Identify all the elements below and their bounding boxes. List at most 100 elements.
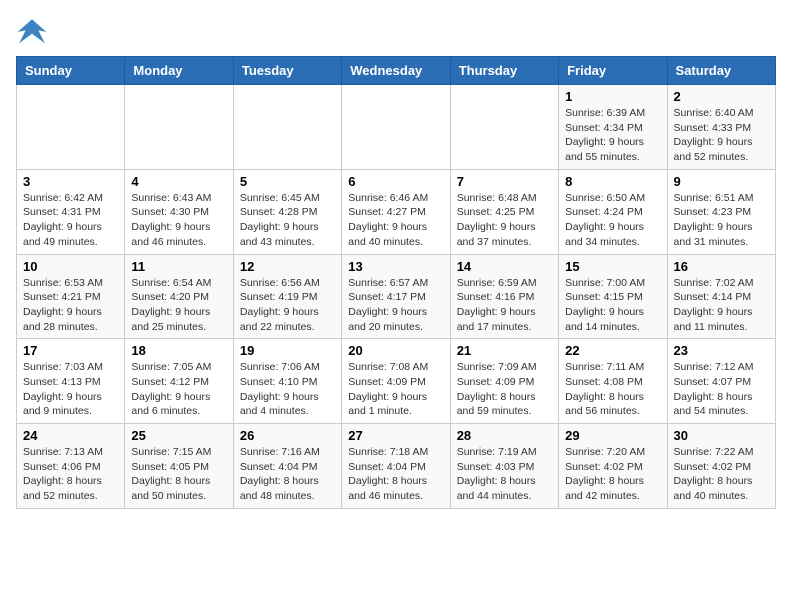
logo [16,16,52,48]
calendar-cell: 7Sunrise: 6:48 AMSunset: 4:25 PMDaylight… [450,169,558,254]
day-number: 9 [674,174,769,189]
day-number: 15 [565,259,660,274]
day-info: Sunrise: 7:03 AMSunset: 4:13 PMDaylight:… [23,360,118,419]
day-info: Sunrise: 6:57 AMSunset: 4:17 PMDaylight:… [348,276,443,335]
header-monday: Monday [125,57,233,85]
calendar-cell [233,85,341,170]
day-number: 17 [23,343,118,358]
header-tuesday: Tuesday [233,57,341,85]
day-info: Sunrise: 7:11 AMSunset: 4:08 PMDaylight:… [565,360,660,419]
day-number: 30 [674,428,769,443]
day-number: 25 [131,428,226,443]
day-info: Sunrise: 7:12 AMSunset: 4:07 PMDaylight:… [674,360,769,419]
calendar-cell: 23 Sunrise: 7:12 AMSunset: 4:07 PMDayligh… [667,339,775,424]
calendar-cell [450,85,558,170]
day-info: Sunrise: 7:20 AMSunset: 4:02 PMDaylight:… [565,445,660,504]
day-info: Sunrise: 7:00 AMSunset: 4:15 PMDaylight:… [565,276,660,335]
calendar-cell: 15 Sunrise: 7:00 AMSunset: 4:15 PMDayligh… [559,254,667,339]
calendar-cell: 25 Sunrise: 7:15 AMSunset: 4:05 PMDayligh… [125,424,233,509]
day-number: 10 [23,259,118,274]
day-number: 13 [348,259,443,274]
calendar-cell: 4 Sunrise: 6:43 AMSunset: 4:30 PMDaylight… [125,169,233,254]
calendar-cell [17,85,125,170]
calendar-cell: 8 Sunrise: 6:50 AMSunset: 4:24 PMDaylight… [559,169,667,254]
calendar-week-row: 17 Sunrise: 7:03 AMSunset: 4:13 PMDayligh… [17,339,776,424]
logo-icon [16,16,48,48]
day-info: Sunrise: 6:43 AMSunset: 4:30 PMDaylight:… [131,191,226,250]
day-info: Sunrise: 6:51 AMSunset: 4:23 PMDaylight:… [674,191,769,250]
day-number: 5 [240,174,335,189]
day-number: 29 [565,428,660,443]
calendar-cell: 19 Sunrise: 7:06 AMSunset: 4:10 PMDayligh… [233,339,341,424]
calendar-cell: 6 Sunrise: 6:46 AMSunset: 4:27 PMDaylight… [342,169,450,254]
header [16,16,776,48]
day-number: 27 [348,428,443,443]
day-info: Sunrise: 6:53 AMSunset: 4:21 PMDaylight:… [23,276,118,335]
calendar-cell: 27 Sunrise: 7:18 AMSunset: 4:04 PMDayligh… [342,424,450,509]
day-info: Sunrise: 6:56 AMSunset: 4:19 PMDaylight:… [240,276,335,335]
day-info: Sunrise: 7:18 AMSunset: 4:04 PMDaylight:… [348,445,443,504]
calendar-cell: 9 Sunrise: 6:51 AMSunset: 4:23 PMDaylight… [667,169,775,254]
day-number: 21 [457,343,552,358]
calendar-week-row: 1Sunrise: 6:39 AMSunset: 4:34 PMDaylight… [17,85,776,170]
day-number: 18 [131,343,226,358]
day-number: 4 [131,174,226,189]
calendar-cell: 2 Sunrise: 6:40 AMSunset: 4:33 PMDaylight… [667,85,775,170]
day-number: 2 [674,89,769,104]
day-number: 22 [565,343,660,358]
day-number: 14 [457,259,552,274]
day-info: Sunrise: 7:15 AMSunset: 4:05 PMDaylight:… [131,445,226,504]
day-info: Sunrise: 7:19 AMSunset: 4:03 PMDaylight:… [457,445,552,504]
day-number: 20 [348,343,443,358]
day-number: 28 [457,428,552,443]
day-info: Sunrise: 7:22 AMSunset: 4:02 PMDaylight:… [674,445,769,504]
day-info: Sunrise: 6:54 AMSunset: 4:20 PMDaylight:… [131,276,226,335]
day-number: 3 [23,174,118,189]
calendar-cell: 24 Sunrise: 7:13 AMSunset: 4:06 PMDayligh… [17,424,125,509]
calendar-header-row: SundayMondayTuesdayWednesdayThursdayFrid… [17,57,776,85]
calendar-cell: 14 Sunrise: 6:59 AMSunset: 4:16 PMDayligh… [450,254,558,339]
header-saturday: Saturday [667,57,775,85]
day-number: 16 [674,259,769,274]
day-info: Sunrise: 7:02 AMSunset: 4:14 PMDaylight:… [674,276,769,335]
calendar-cell: 12 Sunrise: 6:56 AMSunset: 4:19 PMDayligh… [233,254,341,339]
day-number: 6 [348,174,443,189]
day-info: Sunrise: 7:08 AMSunset: 4:09 PMDaylight:… [348,360,443,419]
day-number: 11 [131,259,226,274]
calendar-cell: 10 Sunrise: 6:53 AMSunset: 4:21 PMDayligh… [17,254,125,339]
calendar-cell: 3Sunrise: 6:42 AMSunset: 4:31 PMDaylight… [17,169,125,254]
day-number: 24 [23,428,118,443]
day-info: Sunrise: 7:05 AMSunset: 4:12 PMDaylight:… [131,360,226,419]
calendar-cell: 1Sunrise: 6:39 AMSunset: 4:34 PMDaylight… [559,85,667,170]
calendar-cell: 21 Sunrise: 7:09 AMSunset: 4:09 PMDayligh… [450,339,558,424]
calendar-cell: 20 Sunrise: 7:08 AMSunset: 4:09 PMDayligh… [342,339,450,424]
calendar-cell: 5 Sunrise: 6:45 AMSunset: 4:28 PMDaylight… [233,169,341,254]
calendar-cell: 18 Sunrise: 7:05 AMSunset: 4:12 PMDayligh… [125,339,233,424]
calendar-cell: 13 Sunrise: 6:57 AMSunset: 4:17 PMDayligh… [342,254,450,339]
day-info: Sunrise: 6:39 AMSunset: 4:34 PMDaylight:… [565,106,660,165]
day-number: 19 [240,343,335,358]
calendar-cell: 29 Sunrise: 7:20 AMSunset: 4:02 PMDayligh… [559,424,667,509]
calendar-week-row: 10 Sunrise: 6:53 AMSunset: 4:21 PMDayligh… [17,254,776,339]
calendar-cell: 22 Sunrise: 7:11 AMSunset: 4:08 PMDayligh… [559,339,667,424]
day-number: 23 [674,343,769,358]
day-info: Sunrise: 6:46 AMSunset: 4:27 PMDaylight:… [348,191,443,250]
day-info: Sunrise: 6:50 AMSunset: 4:24 PMDaylight:… [565,191,660,250]
calendar-cell [125,85,233,170]
calendar-week-row: 3Sunrise: 6:42 AMSunset: 4:31 PMDaylight… [17,169,776,254]
calendar: SundayMondayTuesdayWednesdayThursdayFrid… [16,56,776,509]
day-number: 12 [240,259,335,274]
day-info: Sunrise: 6:40 AMSunset: 4:33 PMDaylight:… [674,106,769,165]
day-info: Sunrise: 7:13 AMSunset: 4:06 PMDaylight:… [23,445,118,504]
day-number: 8 [565,174,660,189]
day-info: Sunrise: 6:59 AMSunset: 4:16 PMDaylight:… [457,276,552,335]
day-number: 7 [457,174,552,189]
calendar-cell [342,85,450,170]
day-info: Sunrise: 7:06 AMSunset: 4:10 PMDaylight:… [240,360,335,419]
calendar-week-row: 24 Sunrise: 7:13 AMSunset: 4:06 PMDayligh… [17,424,776,509]
calendar-cell: 26Sunrise: 7:16 AMSunset: 4:04 PMDayligh… [233,424,341,509]
calendar-cell: 30 Sunrise: 7:22 AMSunset: 4:02 PMDayligh… [667,424,775,509]
day-info: Sunrise: 6:45 AMSunset: 4:28 PMDaylight:… [240,191,335,250]
calendar-cell: 11 Sunrise: 6:54 AMSunset: 4:20 PMDayligh… [125,254,233,339]
day-info: Sunrise: 7:09 AMSunset: 4:09 PMDaylight:… [457,360,552,419]
